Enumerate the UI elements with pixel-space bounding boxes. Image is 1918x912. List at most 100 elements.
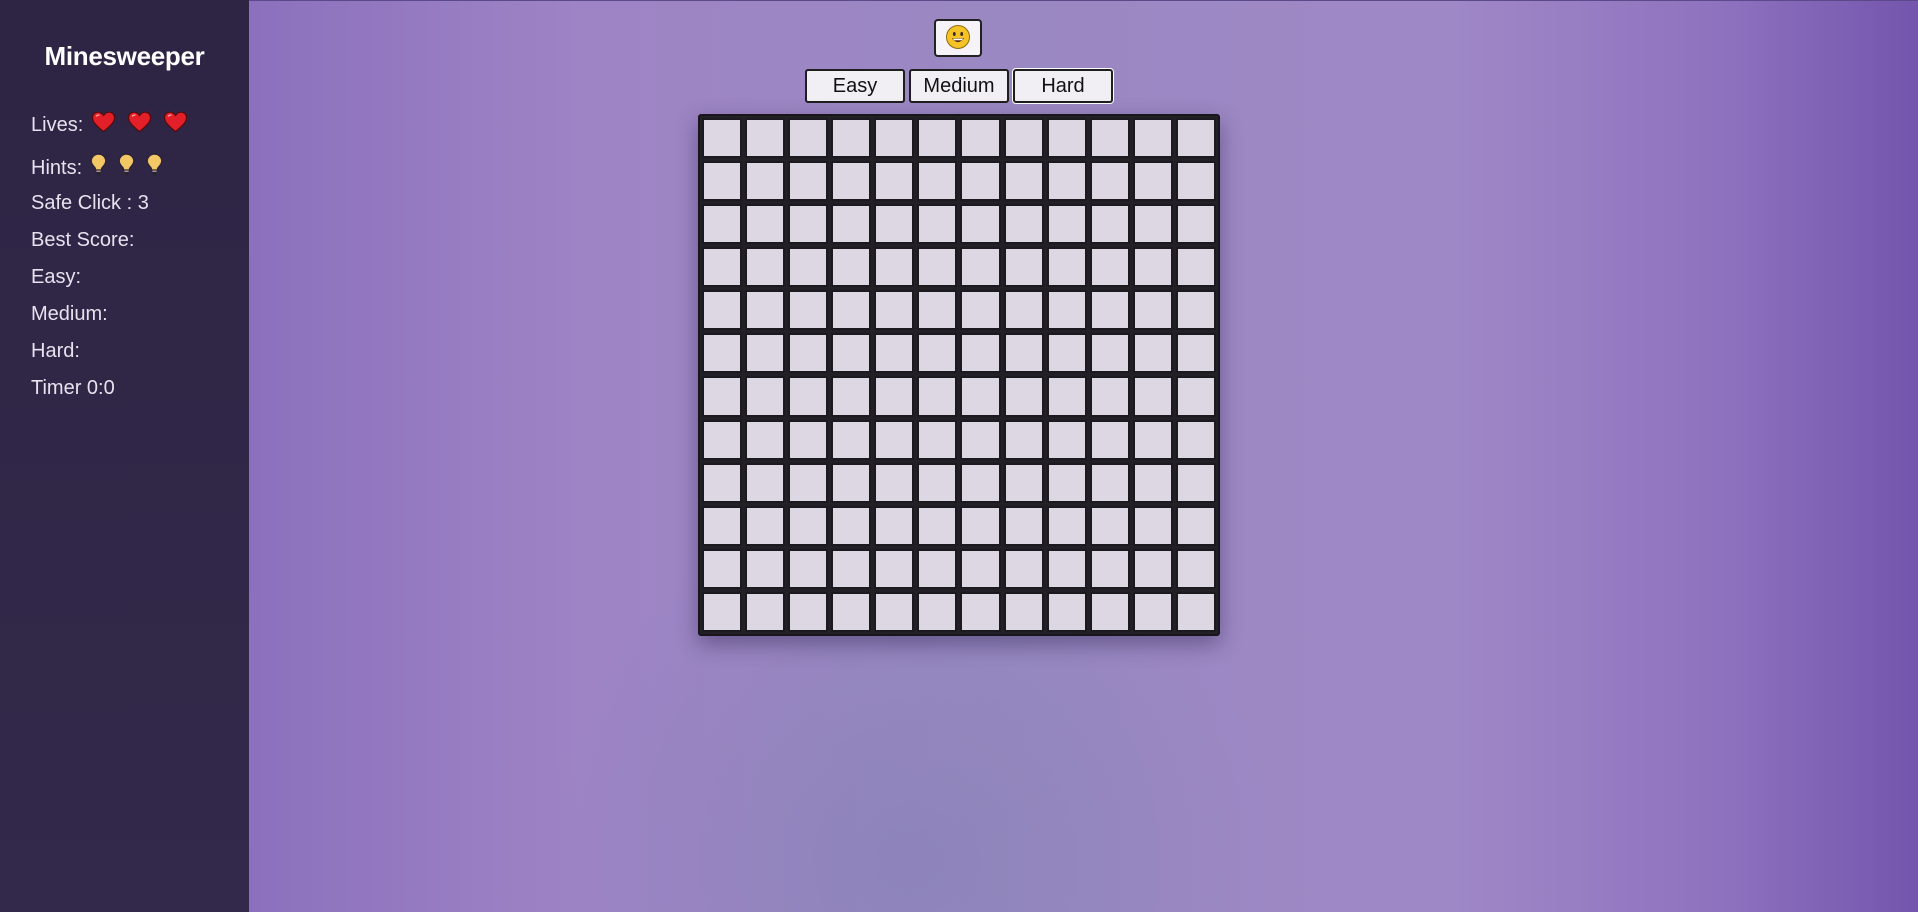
board-cell[interactable] xyxy=(745,118,786,159)
board-cell[interactable] xyxy=(1089,548,1130,589)
board-cell[interactable] xyxy=(960,161,1001,202)
board-cell[interactable] xyxy=(1089,591,1130,632)
level-medium-button[interactable]: Medium xyxy=(909,69,1009,103)
level-hard-button[interactable]: Hard xyxy=(1013,69,1113,103)
board-cell[interactable] xyxy=(745,376,786,417)
board-cell[interactable] xyxy=(960,376,1001,417)
board-cell[interactable] xyxy=(831,548,872,589)
board-cell[interactable] xyxy=(960,290,1001,331)
board-cell[interactable] xyxy=(1089,333,1130,374)
board-cell[interactable] xyxy=(1003,591,1044,632)
board-cell[interactable] xyxy=(960,204,1001,245)
board-cell[interactable] xyxy=(831,376,872,417)
board-cell[interactable] xyxy=(1132,505,1173,546)
board-cell[interactable] xyxy=(874,376,915,417)
board-cell[interactable] xyxy=(960,505,1001,546)
board-cell[interactable] xyxy=(1175,505,1216,546)
board-cell[interactable] xyxy=(745,161,786,202)
board-cell[interactable] xyxy=(917,118,958,159)
board-cell[interactable] xyxy=(745,204,786,245)
board-cell[interactable] xyxy=(917,333,958,374)
level-easy-button[interactable]: Easy xyxy=(805,69,905,103)
board-cell[interactable] xyxy=(831,333,872,374)
board-cell[interactable] xyxy=(1046,204,1087,245)
board-cell[interactable] xyxy=(1132,161,1173,202)
board-cell[interactable] xyxy=(788,376,829,417)
board-cell[interactable] xyxy=(1089,204,1130,245)
board-cell[interactable] xyxy=(960,419,1001,460)
board-cell[interactable] xyxy=(831,118,872,159)
board-cell[interactable] xyxy=(1132,118,1173,159)
board-cell[interactable] xyxy=(788,204,829,245)
board-cell[interactable] xyxy=(1046,548,1087,589)
board-cell[interactable] xyxy=(745,419,786,460)
board-cell[interactable] xyxy=(745,548,786,589)
board-cell[interactable] xyxy=(917,204,958,245)
board-cell[interactable] xyxy=(1003,161,1044,202)
board-cell[interactable] xyxy=(702,548,743,589)
board-cell[interactable] xyxy=(788,462,829,503)
board-cell[interactable] xyxy=(917,290,958,331)
board-cell[interactable] xyxy=(1175,118,1216,159)
lightbulb-icon[interactable] xyxy=(90,153,107,183)
board-cell[interactable] xyxy=(1175,591,1216,632)
board-cell[interactable] xyxy=(1132,462,1173,503)
board-cell[interactable] xyxy=(1132,548,1173,589)
board-cell[interactable] xyxy=(702,419,743,460)
board-cell[interactable] xyxy=(1003,419,1044,460)
board-cell[interactable] xyxy=(917,161,958,202)
board-cell[interactable] xyxy=(1132,290,1173,331)
board-cell[interactable] xyxy=(1132,376,1173,417)
board-cell[interactable] xyxy=(874,204,915,245)
board-cell[interactable] xyxy=(1089,376,1130,417)
board-cell[interactable] xyxy=(874,290,915,331)
board-cell[interactable] xyxy=(1175,247,1216,288)
board-cell[interactable] xyxy=(1046,118,1087,159)
board-cell[interactable] xyxy=(1003,376,1044,417)
board-cell[interactable] xyxy=(874,333,915,374)
board-cell[interactable] xyxy=(960,247,1001,288)
board-cell[interactable] xyxy=(702,462,743,503)
board-cell[interactable] xyxy=(1175,419,1216,460)
board-cell[interactable] xyxy=(917,376,958,417)
board-cell[interactable] xyxy=(874,161,915,202)
board-cell[interactable] xyxy=(1175,462,1216,503)
board-cell[interactable] xyxy=(1046,505,1087,546)
board-cell[interactable] xyxy=(917,247,958,288)
board-cell[interactable] xyxy=(745,505,786,546)
board-cell[interactable] xyxy=(1175,290,1216,331)
board-cell[interactable] xyxy=(917,462,958,503)
board-cell[interactable] xyxy=(1089,290,1130,331)
board-cell[interactable] xyxy=(788,333,829,374)
board-cell[interactable] xyxy=(1089,247,1130,288)
board-cell[interactable] xyxy=(960,333,1001,374)
board-cell[interactable] xyxy=(874,419,915,460)
board-cell[interactable] xyxy=(702,376,743,417)
board-cell[interactable] xyxy=(1003,333,1044,374)
board-cell[interactable] xyxy=(1046,462,1087,503)
board-cell[interactable] xyxy=(1089,161,1130,202)
safe-click-counter[interactable]: Safe Click : 3 xyxy=(31,192,149,215)
board-cell[interactable] xyxy=(1003,247,1044,288)
lightbulb-icon[interactable] xyxy=(146,153,163,183)
board-cell[interactable] xyxy=(960,548,1001,589)
board-cell[interactable] xyxy=(917,505,958,546)
board-cell[interactable] xyxy=(1046,161,1087,202)
board-cell[interactable] xyxy=(788,118,829,159)
board-cell[interactable] xyxy=(960,462,1001,503)
reset-button[interactable] xyxy=(934,19,982,57)
board-cell[interactable] xyxy=(1046,290,1087,331)
board-cell[interactable] xyxy=(874,591,915,632)
board-cell[interactable] xyxy=(1046,247,1087,288)
board-cell[interactable] xyxy=(788,505,829,546)
board-cell[interactable] xyxy=(917,548,958,589)
board-cell[interactable] xyxy=(1003,204,1044,245)
board-cell[interactable] xyxy=(874,118,915,159)
board-cell[interactable] xyxy=(702,333,743,374)
board-cell[interactable] xyxy=(960,118,1001,159)
board-cell[interactable] xyxy=(1175,161,1216,202)
board-cell[interactable] xyxy=(831,462,872,503)
board-cell[interactable] xyxy=(1046,333,1087,374)
board-cell[interactable] xyxy=(702,118,743,159)
board-cell[interactable] xyxy=(831,247,872,288)
